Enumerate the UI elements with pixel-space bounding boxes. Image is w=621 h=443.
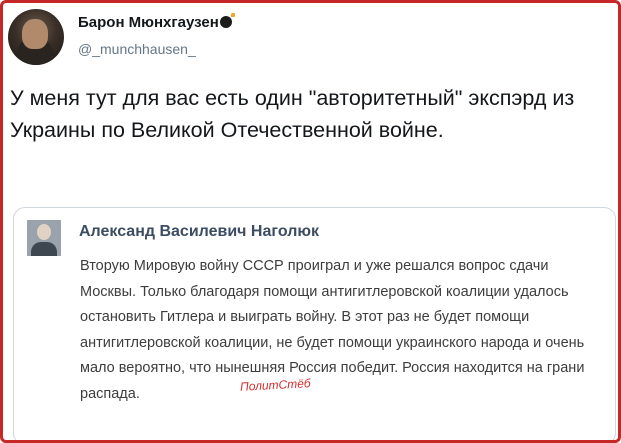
handle[interactable]: @_munchhausen_ <box>78 41 196 57</box>
display-name[interactable]: Барон Мюнхгаузен <box>78 13 235 31</box>
display-name-text[interactable]: Барон Мюнхгаузен <box>78 14 219 31</box>
quoted-author-name[interactable]: Александ Василевич Наголюк <box>79 223 319 241</box>
quoted-post-text: Вторую Мировую войну СССР проиграл и уже… <box>80 258 585 402</box>
tweet-text: У меня тут для вас есть один "авторитетн… <box>10 86 575 142</box>
avatar[interactable] <box>8 9 64 65</box>
quoted-post[interactable]: Александ Василевич Наголюк Вторую Мирову… <box>13 207 616 440</box>
bomb-icon <box>219 13 235 28</box>
tweet-card: Барон Мюнхгаузен @_munchhausen_ У меня т… <box>0 0 621 443</box>
quoted-author-avatar[interactable] <box>27 220 61 256</box>
